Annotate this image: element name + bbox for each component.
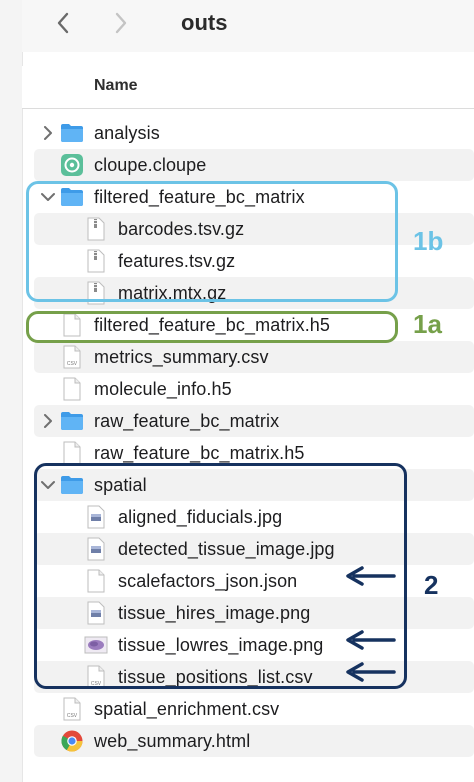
file-row[interactable]: molecule_info.h5 xyxy=(34,373,474,405)
sidebar-edge xyxy=(0,0,23,782)
file-name-label: aligned_fiducials.jpg xyxy=(118,507,283,527)
disclosure-chevron-right-icon[interactable] xyxy=(40,412,56,430)
file-name-label: spatial xyxy=(94,475,147,495)
chevron-right-icon xyxy=(115,12,127,34)
file-name-label: raw_feature_bc_matrix.h5 xyxy=(94,443,305,463)
file-row[interactable]: tissue_lowres_image.png xyxy=(34,629,474,661)
annotation-label-1b: 1b xyxy=(413,226,444,256)
file-name-label: barcodes.tsv.gz xyxy=(118,219,245,239)
document-icon xyxy=(60,313,84,337)
tissue-thumbnail-icon xyxy=(84,633,108,657)
file-name-label: tissue_hires_image.png xyxy=(118,603,311,623)
file-name-label: molecule_info.h5 xyxy=(94,379,232,399)
file-name-label: spatial_enrichment.csv xyxy=(94,699,280,719)
svg-text:CSV: CSV xyxy=(91,681,102,687)
file-row[interactable]: matrix.mtx.gz xyxy=(34,277,474,309)
file-row[interactable]: tissue_hires_image.png xyxy=(34,597,474,629)
image-file-icon xyxy=(84,537,108,561)
disclosure-chevron-down-icon[interactable] xyxy=(40,476,56,494)
column-header[interactable]: Name xyxy=(22,66,474,109)
file-name-label: tissue_lowres_image.png xyxy=(118,635,324,655)
window-title: outs xyxy=(181,10,228,35)
folder-icon xyxy=(60,121,84,145)
file-row[interactable]: raw_feature_bc_matrix xyxy=(34,405,474,437)
image-file-icon xyxy=(84,601,108,625)
csv-file-icon: CSV xyxy=(84,665,108,689)
file-name-label: filtered_feature_bc_matrix xyxy=(94,187,305,207)
file-name-label: matrix.mtx.gz xyxy=(118,283,227,303)
finder-toolbar: outs xyxy=(22,0,474,52)
folder-icon xyxy=(60,185,84,209)
file-row[interactable]: aligned_fiducials.jpg xyxy=(34,501,474,533)
archive-file-icon xyxy=(84,281,108,305)
disclosure-chevron-right-icon[interactable] xyxy=(40,124,56,142)
file-row[interactable]: spatial xyxy=(34,469,474,501)
disclosure-chevron-down-icon[interactable] xyxy=(40,188,56,206)
file-name-label: cloupe.cloupe xyxy=(94,155,207,175)
annotation-label-2: 2 xyxy=(424,570,439,600)
file-name-label: features.tsv.gz xyxy=(118,251,236,271)
cloupe-app-icon xyxy=(60,153,84,177)
chrome-html-icon xyxy=(60,729,84,753)
folder-icon xyxy=(60,409,84,433)
file-name-label: analysis xyxy=(94,123,160,143)
file-row[interactable]: analysis xyxy=(34,117,474,149)
arrow-left-icon xyxy=(346,662,396,682)
csv-file-icon: CSV xyxy=(60,697,84,721)
document-icon xyxy=(60,377,84,401)
file-name-label: scalefactors_json.json xyxy=(118,571,298,591)
file-name-label: raw_feature_bc_matrix xyxy=(94,411,280,431)
file-name-label: metrics_summary.csv xyxy=(94,347,269,367)
file-row[interactable]: filtered_feature_bc_matrix xyxy=(34,181,474,213)
file-row[interactable]: scalefactors_json.json xyxy=(34,565,474,597)
file-row[interactable]: filtered_feature_bc_matrix.h5 xyxy=(34,309,474,341)
chevron-left-icon xyxy=(57,12,69,34)
file-row[interactable]: raw_feature_bc_matrix.h5 xyxy=(34,437,474,469)
folder-icon xyxy=(60,473,84,497)
document-icon xyxy=(60,441,84,465)
file-row[interactable]: barcodes.tsv.gz xyxy=(34,213,474,245)
forward-button[interactable] xyxy=(106,8,136,38)
archive-file-icon xyxy=(84,217,108,241)
file-name-label: tissue_positions_list.csv xyxy=(118,667,313,687)
file-name-label: filtered_feature_bc_matrix.h5 xyxy=(94,315,331,335)
arrow-left-icon xyxy=(346,630,396,650)
svg-text:CSV: CSV xyxy=(67,713,78,719)
file-list: analysis cloupe.cloupe filtered_feature_bc… xyxy=(34,117,474,757)
file-row[interactable]: web_summary.html xyxy=(34,725,474,757)
file-row[interactable]: CSV tissue_positions_list.csv xyxy=(34,661,474,693)
file-row[interactable]: features.tsv.gz xyxy=(34,245,474,277)
archive-file-icon xyxy=(84,249,108,273)
csv-file-icon: CSV xyxy=(60,345,84,369)
file-row[interactable]: CSV metrics_summary.csv xyxy=(34,341,474,373)
back-button[interactable] xyxy=(48,8,78,38)
document-icon xyxy=(84,569,108,593)
name-column-header[interactable]: Name xyxy=(94,77,138,95)
image-file-icon xyxy=(84,505,108,529)
file-name-label: web_summary.html xyxy=(94,731,251,751)
file-name-label: detected_tissue_image.jpg xyxy=(118,539,335,559)
file-row[interactable]: detected_tissue_image.jpg xyxy=(34,533,474,565)
svg-text:CSV: CSV xyxy=(67,361,78,367)
arrow-left-icon xyxy=(346,566,396,586)
file-row[interactable]: CSV spatial_enrichment.csv xyxy=(34,693,474,725)
file-row[interactable]: cloupe.cloupe xyxy=(34,149,474,181)
annotation-label-1a: 1a xyxy=(413,309,442,339)
